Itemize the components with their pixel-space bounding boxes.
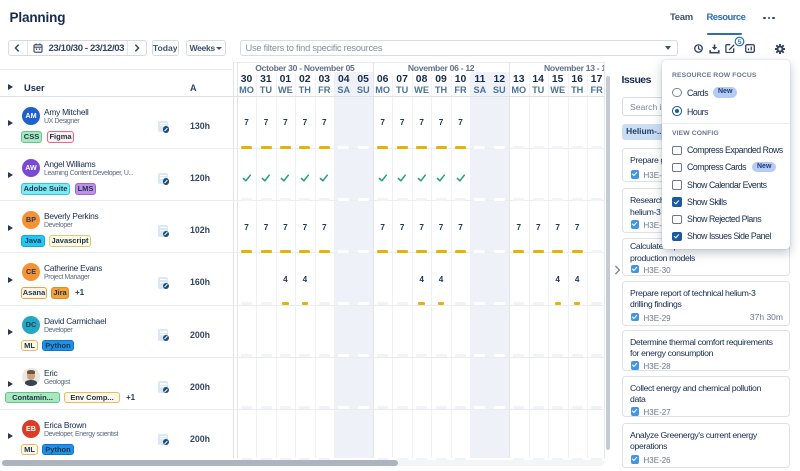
svg-text:5: 5: [737, 39, 741, 46]
